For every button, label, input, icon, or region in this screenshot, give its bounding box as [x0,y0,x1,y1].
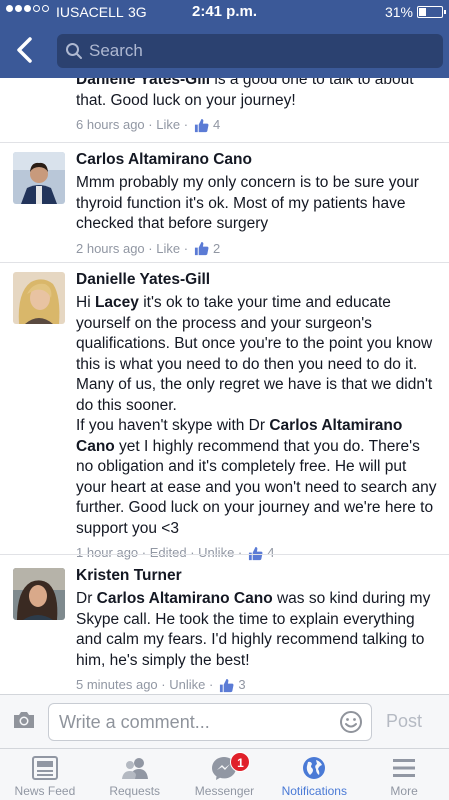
thumbs-up-icon [220,678,234,692]
tab-more[interactable]: More [359,749,449,800]
comment-text-run: Dr [76,590,97,607]
mention-link[interactable]: Lacey [95,294,139,311]
mention-link[interactable]: Carlos Altamirano Cano [97,590,273,607]
like-link[interactable]: Like [156,116,180,134]
comment-composer: Post [0,694,449,748]
comment-text-run: If you haven't skype with Dr [76,417,270,434]
chevron-left-icon [17,37,32,63]
battery-icon [417,6,446,18]
emoji-icon[interactable] [339,710,363,734]
thumbs-up-icon [194,118,209,132]
like-count[interactable]: 4 [267,544,274,562]
comment-author[interactable]: Kristen Turner [76,566,438,586]
comment-text: Dr Carlos Altamirano Cano was so kind du… [76,589,438,671]
divider [0,262,449,263]
mention-link[interactable]: Danielle Yates-Gill [76,78,210,88]
comment-field[interactable] [48,703,372,741]
divider [0,142,449,143]
comment-time: 1 hour ago [76,545,139,560]
thumbs-up-icon [249,546,263,560]
search-icon [66,43,82,59]
like-count[interactable]: 3 [238,676,245,694]
clock: 2:41 p.m. [191,3,258,20]
post-button[interactable]: Post [386,711,422,732]
tab-news-feed[interactable]: News Feed [0,749,90,800]
unlike-link[interactable]: Unlike [169,676,205,694]
menu-icon [393,759,416,777]
comment-text: Mmm probably my only concern is to be su… [76,173,438,235]
news-feed-icon [31,756,58,780]
avatar[interactable] [13,152,65,204]
like-link[interactable]: Like [156,240,180,258]
friend-requests-icon [121,758,148,779]
comment-time: 5 minutes ago [76,677,158,692]
comment-text-run: Mmm probably my only concern is to be su… [76,174,419,232]
avatar[interactable] [13,568,65,620]
tab-label: More [390,784,418,798]
avatar[interactable] [13,272,65,324]
tab-label: Requests [109,784,161,798]
comment-text: Danielle Yates-Gill is a good one to tal… [76,78,438,111]
comment-meta: 2 hours ago · Like · 2 [76,240,221,258]
comment-time: 6 hours ago [76,117,145,132]
tab-bar: News Feed Requests 1 Messenger Notificat… [0,748,449,800]
tab-label: Messenger [194,784,255,798]
comment-author[interactable]: Carlos Altamirano Cano [76,150,438,170]
tab-label: News Feed [14,784,76,798]
comment-text-run: yet I highly recommend that you do. Ther… [76,437,437,537]
edited-label[interactable]: Edited [150,544,187,562]
tab-label: Notifications [281,784,347,798]
tab-notifications[interactable]: Notifications [269,749,359,800]
tab-messenger[interactable]: 1 Messenger [180,749,270,800]
comment-meta: 5 minutes ago · Unlike · 3 [76,676,246,694]
comment-text: Hi Lacey it's ok to take your time and e… [76,293,438,539]
comment-input[interactable] [59,704,329,740]
comment-text-run: it's ok to take your time and educate yo… [76,294,433,414]
camera-icon[interactable] [12,710,36,730]
comment-text-run: Hi [76,294,95,311]
divider [0,554,449,555]
comment-author[interactable]: Danielle Yates-Gill [76,270,438,290]
battery-percent: 31% [384,4,413,20]
notification-badge: 1 [230,752,251,772]
comment-time: 2 hours ago [76,240,145,256]
unlike-link[interactable]: Unlike [198,544,234,562]
thumbs-up-icon [194,241,209,256]
search-input[interactable] [89,34,429,68]
globe-icon [303,757,326,779]
like-count[interactable]: 2 [213,240,220,258]
comment-meta: 1 hour ago · Edited · Unlike · 4 [76,544,275,562]
comment-thread: Danielle Yates-Gill is a good one to tal… [0,78,449,694]
like-count[interactable]: 4 [213,116,220,134]
tab-requests[interactable]: Requests [90,749,180,800]
back-button[interactable] [10,34,40,66]
top-bar: IUSACELL 3G 2:41 p.m. 31% [0,0,449,78]
comment-meta: 6 hours ago · Like · 4 [76,116,221,134]
search-bar[interactable] [57,34,443,68]
status-bar: IUSACELL 3G 2:41 p.m. 31% [0,0,449,24]
